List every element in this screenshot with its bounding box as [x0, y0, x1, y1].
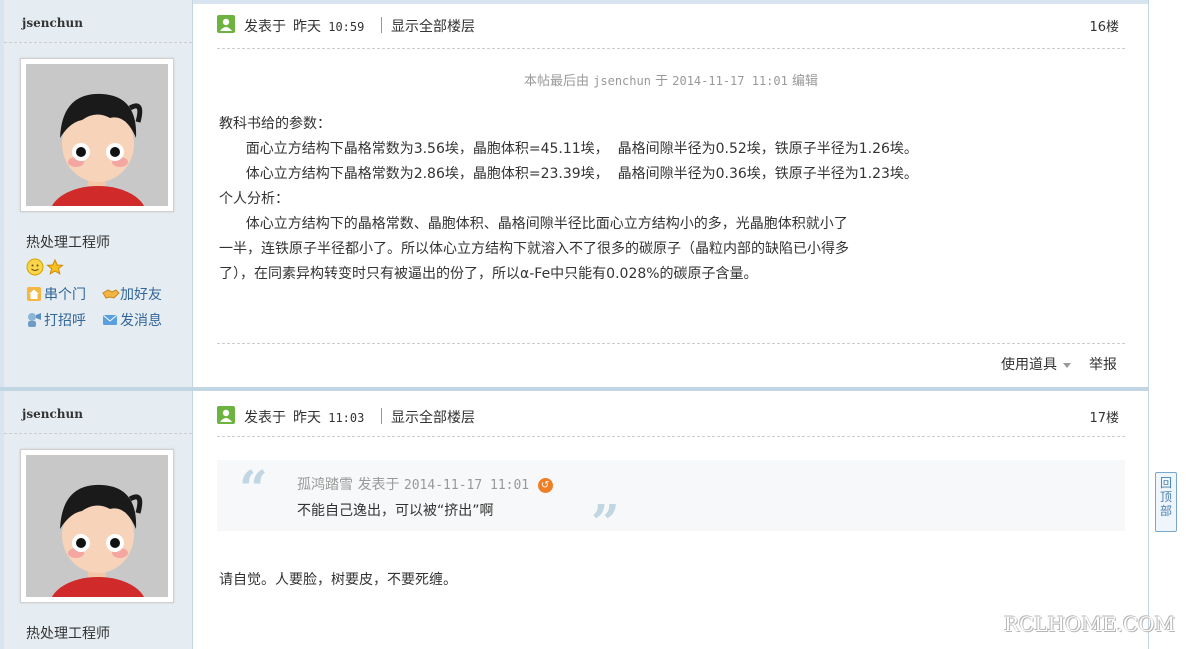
open-quote-icon: “ [239, 459, 268, 518]
back-to-top-char: 部 [1159, 504, 1172, 518]
greet-button[interactable]: 打招呼 [26, 310, 86, 330]
post-17: jsenchun 热处理工程师 发表于 昨天 11:03 显示全部楼层 17楼 … [4, 391, 1148, 649]
quote-author-line: 孤鸿踏雪 发表于 2014-11-17 11:01 ↺ [297, 474, 553, 494]
back-to-top-char: 顶 [1159, 490, 1172, 504]
divider [217, 343, 1125, 344]
visit-home-button[interactable]: 串个门 [26, 284, 86, 304]
handshake-icon [102, 286, 120, 302]
rank-icons [26, 258, 66, 280]
post-body: 请自觉。人要脸，树要皮，不要死缠。 [219, 572, 457, 588]
greet-label: 打招呼 [44, 313, 86, 329]
divider [217, 436, 1125, 437]
avatar-image [26, 455, 168, 597]
posted-time: 昨天 11:03 [293, 407, 364, 427]
post-header: 发表于 昨天 11:03 显示全部楼层 17楼 [217, 405, 1125, 427]
post-16: jsenchun 热处理工程师 串个门 加好友 打招呼 发消息 发表于 昨天 1… [4, 0, 1148, 387]
quote-datetime: 2014-11-17 11:01 [403, 478, 530, 493]
chevron-down-icon [1063, 362, 1071, 368]
show-all-floors-link[interactable]: 显示全部楼层 [391, 407, 475, 427]
post-content: 发表于 昨天 11:03 显示全部楼层 17楼 “ 孤鸿踏雪 发表于 2014-… [217, 391, 1125, 649]
author-name-link[interactable]: jsenchun [22, 16, 83, 30]
back-to-top-button[interactable]: 回 顶 部 [1155, 472, 1177, 532]
posted-clock: 11:03 [328, 411, 365, 425]
floor-number[interactable]: 16楼 [1089, 16, 1119, 35]
home-icon [26, 286, 42, 302]
post-content: 发表于 昨天 10:59 显示全部楼层 16楼 本帖最后由 jsenchun 于… [217, 0, 1125, 387]
post-header: 发表于 昨天 10:59 显示全部楼层 16楼 [217, 14, 1125, 36]
quote-author[interactable]: 孤鸿踏雪 [297, 477, 353, 493]
avatar[interactable] [20, 449, 174, 603]
user-group-title[interactable]: 热处理工程师 [26, 232, 110, 252]
use-tools-menu[interactable]: 使用道具 [1001, 354, 1071, 374]
floor-number[interactable]: 17楼 [1089, 407, 1119, 426]
author-sidebar: jsenchun 热处理工程师 [4, 391, 193, 649]
post-body: 教科书给的参数： 面心立方结构下晶格常数为3.56埃，晶胞体积=45.11埃， … [219, 112, 1119, 287]
user-group-title[interactable]: 热处理工程师 [26, 623, 110, 643]
body-line: 了），在同素异构转变时只有被逼出的份了，所以α-Fe中只能有0.028%的碳原子… [219, 266, 758, 282]
post-footer: 使用道具 举报 [1001, 354, 1117, 374]
header-divider [381, 408, 382, 424]
body-line: 教科书给的参数： [219, 116, 331, 132]
posted-day: 昨天 [293, 410, 321, 426]
body-line: 体心立方结构下晶格常数为2.86埃，晶胞体积=23.39埃， 晶格间隙半径为0.… [219, 166, 918, 182]
online-status-icon [217, 15, 235, 33]
add-friend-label: 加好友 [120, 287, 162, 303]
divider [4, 42, 192, 43]
avatar[interactable] [20, 58, 174, 212]
quote-posted-label: 发表于 [357, 477, 400, 493]
edit-note: 本帖最后由 jsenchun 于 2014-11-17 11:01 编辑 [217, 70, 1125, 89]
edit-note-suffix: 编辑 [791, 74, 818, 89]
author-sidebar: jsenchun 热处理工程师 [4, 0, 193, 387]
greet-icon [26, 312, 42, 328]
divider [4, 433, 192, 434]
report-link[interactable]: 举报 [1089, 354, 1117, 374]
visit-home-label: 串个门 [44, 287, 86, 303]
posted-label: 发表于 [244, 19, 286, 35]
send-message-button[interactable]: 发消息 [102, 310, 162, 330]
posted-label: 发表于 [244, 410, 286, 426]
avatar-image [26, 64, 168, 206]
body-line: 面心立方结构下晶格常数为3.56埃，晶胞体积=45.11埃， 晶格间隙半径为0.… [219, 141, 918, 157]
close-quote-icon: ” [591, 493, 620, 552]
posted-time: 昨天 10:59 [293, 16, 364, 36]
body-line: 个人分析： [219, 191, 289, 207]
send-message-label: 发消息 [120, 313, 162, 329]
edit-note-user: jsenchun [593, 74, 651, 88]
site-watermark: RCLHOME.COM [1004, 612, 1176, 636]
divider [217, 48, 1125, 49]
body-line: 体心立方结构下的晶格常数、晶胞体积、晶格间隙半径比面心立方结构小的多，光晶胞体积… [219, 216, 848, 232]
jump-to-post-icon[interactable]: ↺ [537, 478, 553, 493]
right-margin [1148, 0, 1186, 649]
quote-block: “ 孤鸿踏雪 发表于 2014-11-17 11:01 ↺ 不能自己逸出，可以被… [217, 459, 1125, 548]
posted-clock: 10:59 [328, 20, 365, 34]
use-tools-label: 使用道具 [1001, 357, 1057, 373]
add-friend-button[interactable]: 加好友 [102, 284, 162, 304]
back-to-top-char: 回 [1159, 476, 1172, 490]
show-all-floors-link[interactable]: 显示全部楼层 [391, 16, 475, 36]
edit-note-datetime: 2014-11-17 11:01 [672, 74, 788, 88]
envelope-icon [102, 312, 118, 328]
edit-note-prefix: 本帖最后由 [524, 74, 590, 89]
posted-day: 昨天 [293, 19, 321, 35]
author-name-link[interactable]: jsenchun [22, 407, 83, 421]
edit-note-at: 于 [655, 74, 669, 89]
body-line: 一半，连铁原子半径都小了。所以体心立方结构下就溶入不了很多的碳原子（晶粒内部的缺… [219, 241, 849, 257]
online-status-icon [217, 406, 235, 424]
quote-text: 不能自己逸出，可以被“挤出”啊 [297, 503, 494, 519]
header-divider [381, 17, 382, 33]
